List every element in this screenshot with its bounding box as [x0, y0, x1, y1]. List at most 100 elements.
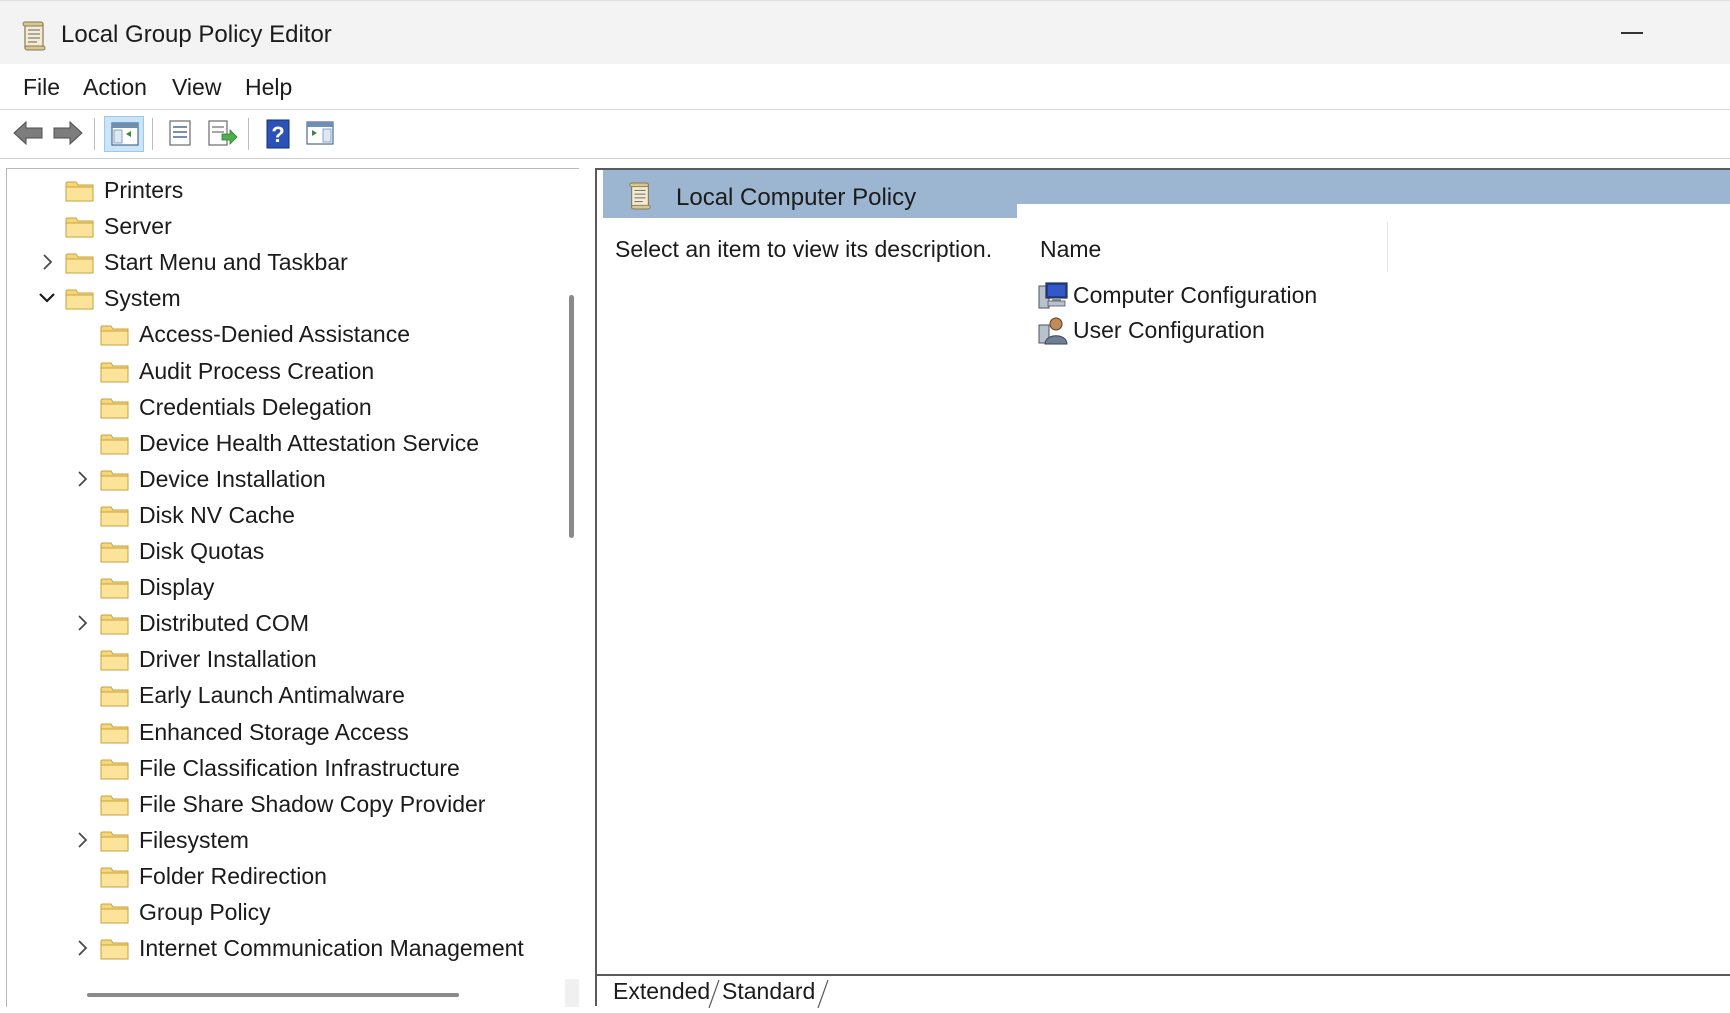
column-divider[interactable]: [1387, 222, 1388, 272]
tree-item-label: Start Menu and Taskbar: [104, 249, 348, 276]
back-arrow-icon[interactable]: [8, 116, 48, 152]
menu-file[interactable]: File: [23, 74, 60, 101]
folder-icon: [100, 757, 130, 781]
tab-standard[interactable]: Standard: [722, 978, 815, 1008]
tree-item[interactable]: Device Installation: [7, 462, 567, 498]
minimize-button[interactable]: [1620, 11, 1730, 55]
tree-item-label: Disk Quotas: [139, 538, 265, 564]
tab-extended[interactable]: Extended: [613, 978, 710, 1008]
toolbar-separator: [94, 118, 95, 150]
tree-item-label: Disk NV Cache: [139, 501, 295, 528]
user-config-icon: [1037, 315, 1069, 345]
tree-item[interactable]: Disk Quotas: [7, 534, 567, 570]
tree-item-label: Device Installation: [139, 465, 326, 492]
window-title: Local Group Policy Editor: [61, 21, 332, 48]
vertical-scrollbar[interactable]: [565, 169, 579, 979]
column-header-name[interactable]: Name: [1040, 236, 1101, 263]
tree-item[interactable]: Display: [7, 570, 567, 606]
toolbar-separator: [152, 118, 153, 150]
tree-item-label: System: [104, 285, 181, 312]
tree-item[interactable]: Enhanced Storage Access: [7, 715, 567, 751]
menu-bar: File Action View Help: [0, 64, 1730, 110]
folder-icon: [100, 901, 130, 925]
menu-view[interactable]: View: [172, 74, 221, 101]
horizontal-scroll-thumb[interactable]: [87, 993, 459, 997]
tree-item-label: File Classification Infrastructure: [139, 754, 460, 781]
tree-item[interactable]: Folder Redirection: [7, 859, 567, 895]
tree-item[interactable]: Distributed COM: [7, 606, 567, 642]
tree-item[interactable]: Driver Installation: [7, 642, 567, 678]
folder-icon: [100, 937, 130, 961]
export-list-icon[interactable]: [202, 116, 242, 152]
chevron-right-icon[interactable]: [72, 829, 92, 851]
folder-icon: [100, 396, 130, 420]
tree-item-label: Internet Communication Management: [139, 935, 524, 962]
action-pane-icon[interactable]: [300, 116, 340, 152]
chevron-right-icon[interactable]: [72, 937, 92, 959]
show-hide-tree-icon[interactable]: [104, 116, 144, 152]
chevron-down-icon[interactable]: [37, 287, 57, 309]
folder-icon: [65, 251, 95, 275]
tree-item[interactable]: Group Policy: [7, 895, 567, 931]
tab-divider: [816, 978, 830, 1009]
tree-item-label: Credentials Delegation: [139, 393, 372, 420]
menu-action[interactable]: Action: [83, 74, 147, 101]
tree-pane[interactable]: Printers Server Start Menu and Taskbar Syst…: [6, 168, 579, 1007]
details-pane: Local Computer Policy Select an item to …: [595, 168, 1730, 1009]
chevron-right-icon[interactable]: [72, 468, 92, 490]
tab-strip-border: [597, 974, 1730, 976]
tree-item[interactable]: Server: [7, 209, 567, 245]
tree-item-label: Server: [104, 213, 172, 240]
tree-item[interactable]: Printers: [7, 173, 567, 209]
tree-item[interactable]: Disk NV Cache: [7, 498, 567, 534]
tree-item[interactable]: File Classification Infrastructure: [7, 751, 567, 787]
tree-item[interactable]: File Share Shadow Copy Provider: [7, 787, 567, 823]
forward-arrow-icon[interactable]: [48, 116, 88, 152]
details-header: Local Computer Policy: [603, 170, 1730, 220]
folder-icon: [100, 432, 130, 456]
tree-item[interactable]: Audit Process Creation: [7, 354, 567, 390]
tree-item[interactable]: Access-Denied Assistance: [7, 317, 567, 353]
folder-icon: [65, 287, 95, 311]
tree-item-label: Access-Denied Assistance: [139, 321, 411, 348]
toolbar: ?: [0, 110, 1730, 159]
policy-scroll-icon: [627, 182, 653, 210]
tree-item-label: Early Launch Antimalware: [139, 682, 405, 709]
folder-icon: [100, 468, 130, 492]
tree-item[interactable]: Device Health Attestation Service: [7, 426, 567, 462]
header-decoration: [1017, 204, 1730, 220]
toolbar-separator: [248, 118, 249, 150]
folder-icon: [100, 648, 130, 672]
tree-item[interactable]: System: [7, 281, 567, 317]
scroll-corner: [565, 979, 579, 1007]
tree-item[interactable]: Internet Communication Management: [7, 931, 567, 967]
computer-config-icon: [1037, 280, 1069, 310]
properties-icon[interactable]: [160, 116, 200, 152]
description-text: Select an item to view its description.: [615, 236, 993, 262]
details-header-title: Local Computer Policy: [676, 184, 917, 211]
list-item-user-configuration[interactable]: User Configuration: [1037, 313, 1377, 349]
tree-item-label: Audit Process Creation: [139, 357, 375, 384]
tree-item[interactable]: Filesystem: [7, 823, 567, 859]
policy-scroll-icon: [20, 21, 48, 51]
list-item-label: Computer Configuration: [1073, 282, 1318, 308]
tree-item-label: Enhanced Storage Access: [139, 718, 409, 745]
help-icon[interactable]: ?: [258, 116, 298, 152]
tree-item[interactable]: Early Launch Antimalware: [7, 678, 567, 714]
tree-item-label: Printers: [104, 177, 184, 203]
tree-item-label: Display: [139, 574, 215, 601]
tree-item-label: Driver Installation: [139, 646, 317, 673]
chevron-right-icon[interactable]: [72, 612, 92, 634]
folder-icon: [65, 215, 95, 239]
tree-item[interactable]: Credentials Delegation: [7, 390, 567, 426]
tree-item-label: Device Health Attestation Service: [139, 429, 480, 456]
tree-item[interactable]: Start Menu and Taskbar: [7, 245, 567, 281]
menu-help[interactable]: Help: [245, 74, 292, 101]
chevron-right-icon[interactable]: [37, 251, 57, 273]
vertical-scroll-thumb[interactable]: [569, 295, 574, 538]
tab-divider: [707, 978, 721, 1009]
list-item-computer-configuration[interactable]: Computer Configuration: [1037, 278, 1377, 314]
folder-icon: [65, 179, 95, 203]
folder-icon: [100, 576, 130, 600]
svg-text:?: ?: [271, 122, 284, 147]
